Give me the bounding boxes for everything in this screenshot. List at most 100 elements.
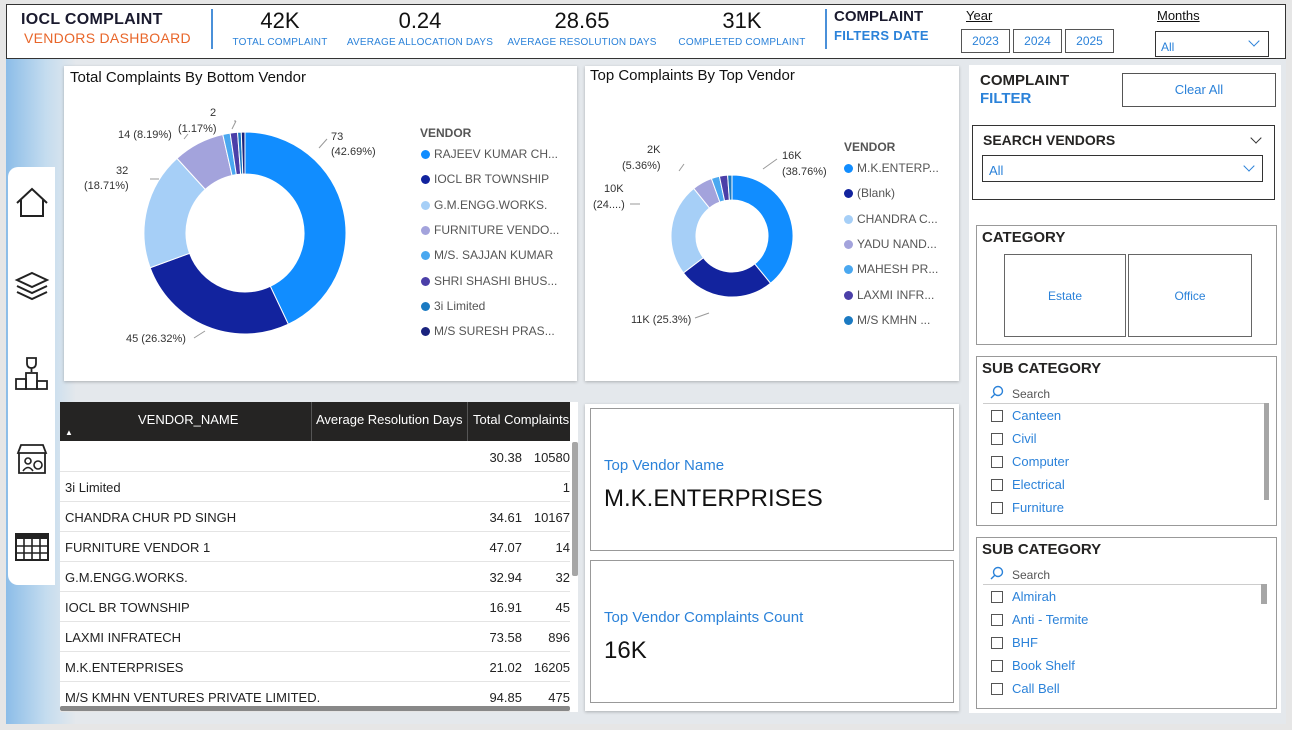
year-2023-button[interactable]: 2023 (961, 29, 1010, 53)
checkbox[interactable] (991, 410, 1003, 422)
legend-swatch (421, 175, 430, 185)
vertical-scrollbar[interactable] (1264, 403, 1269, 500)
legend-swatch (421, 225, 430, 235)
checkbox-label[interactable]: BHF (1012, 635, 1038, 650)
vendor-dropdown[interactable]: All (982, 155, 1263, 182)
checkbox-label[interactable]: Almirah (1012, 589, 1056, 604)
legend-item[interactable]: M.K.ENTERP... (844, 161, 939, 175)
home-icon[interactable] (14, 185, 50, 221)
year-2025-button[interactable]: 2025 (1065, 29, 1114, 53)
checkbox-label[interactable]: Call Bell (1012, 681, 1060, 696)
checkbox[interactable] (991, 502, 1003, 514)
table-row[interactable]: CHANDRA CHUR PD SINGH 34.61 10167 (60, 502, 570, 532)
legend-label: FURNITURE VENDO... (434, 222, 560, 237)
search-vendors-slicer: SEARCH VENDORS All (972, 125, 1275, 200)
data-label: (38.76%) (782, 166, 827, 178)
checkbox[interactable] (991, 660, 1003, 672)
legend-swatch (844, 164, 853, 173)
legend-item[interactable]: M/S SURESH PRAS... (421, 324, 555, 338)
checkbox-label[interactable]: Book Shelf (1012, 658, 1075, 673)
table-icon[interactable] (14, 529, 50, 565)
sort-ascending-icon[interactable]: ▲ (65, 428, 73, 437)
kpi-label: AVERAGE ALLOCATION DAYS (346, 37, 494, 48)
checkbox[interactable] (991, 479, 1003, 491)
category-estate-tile[interactable]: Estate (1004, 254, 1126, 337)
legend-item[interactable]: YADU NAND... (844, 237, 937, 251)
legend-item[interactable]: FURNITURE VENDO... (421, 223, 559, 237)
legend-item[interactable]: 3i Limited (421, 299, 485, 313)
checkbox[interactable] (991, 637, 1003, 649)
table-row[interactable]: IOCL BR TOWNSHIP 16.91 45 (60, 592, 570, 622)
search-icon (990, 385, 1004, 399)
legend-item[interactable]: SHRI SHASHI BHUS... (421, 274, 557, 288)
table-row[interactable]: 30.38 10580 (60, 442, 570, 472)
kpi-value: 0.24 (398, 8, 442, 33)
table-cell: 16205 (533, 660, 570, 675)
checkbox-label[interactable]: Civil (1012, 431, 1037, 446)
legend-item[interactable]: (Blank) (844, 186, 895, 200)
table-cell: 32 (555, 570, 570, 585)
legend-item[interactable]: RAJEEV KUMAR CH... (421, 147, 558, 161)
legend-item[interactable]: IOCL BR TOWNSHIP (421, 172, 549, 186)
year-2024-button[interactable]: 2024 (1013, 29, 1062, 53)
trophy-icon[interactable] (14, 355, 50, 391)
table-row[interactable]: M.K.ENTERPRISES 21.02 16205 (60, 652, 570, 682)
top-vendor-name-card: Top Vendor Name M.K.ENTERPRISES (590, 408, 954, 551)
data-label: 10K (604, 183, 624, 195)
sub-category-slicer-2: SUB CATEGORY Search Almirah Anti - Termit… (976, 537, 1277, 709)
checkbox[interactable] (991, 683, 1003, 695)
vertical-scrollbar[interactable] (1261, 584, 1267, 604)
checkbox[interactable] (991, 433, 1003, 445)
filters-subtitle: FILTERS DATE (834, 28, 929, 43)
table-row[interactable]: G.M.ENGG.WORKS. 32.94 32 (60, 562, 570, 592)
legend-item[interactable]: MAHESH PR... (844, 262, 938, 276)
layers-icon[interactable] (14, 269, 50, 305)
col-avg-resolution[interactable]: Average Resolution Days (316, 412, 462, 427)
checkbox[interactable] (991, 591, 1003, 603)
card-value: M.K.ENTERPRISES (604, 485, 823, 512)
header-bar: IOCL COMPLAINT VENDORS DASHBOARD 42K TOT… (6, 4, 1286, 59)
legend-label: M.K.ENTERP... (857, 161, 939, 175)
legend-swatch (421, 327, 430, 337)
dashboard-subtitle: VENDORS DASHBOARD (24, 30, 191, 46)
vertical-scrollbar[interactable] (572, 442, 578, 576)
top-vendor-count-card: Top Vendor Complaints Count 16K (590, 560, 954, 703)
sub-category-search-input[interactable]: Search (1012, 387, 1050, 401)
col-total-complaints[interactable]: Total Complaints (473, 412, 569, 427)
donut-slice[interactable] (149, 252, 290, 335)
clear-all-button[interactable]: Clear All (1122, 73, 1276, 107)
checkbox-label[interactable]: Anti - Termite (1012, 612, 1088, 627)
legend-swatch (421, 251, 430, 261)
table-row[interactable]: LAXMI INFRATECH 73.58 896 (60, 622, 570, 652)
table-cell: 14 (555, 540, 570, 555)
checkbox-label[interactable]: Canteen (1012, 408, 1061, 423)
checkbox[interactable] (991, 614, 1003, 626)
legend-item[interactable]: G.M.ENGG.WORKS. (421, 198, 547, 212)
table-row[interactable]: 3i Limited 1 (60, 472, 570, 502)
col-vendor-name[interactable]: VENDOR_NAME (138, 412, 238, 427)
category-office-tile[interactable]: Office (1128, 254, 1252, 337)
checkbox-label[interactable]: Computer (1012, 454, 1069, 469)
column-divider (467, 402, 468, 441)
sub-category-search-input[interactable]: Search (1012, 568, 1050, 582)
checkbox-label[interactable]: Furniture (1012, 500, 1064, 515)
checkbox[interactable] (991, 456, 1003, 468)
legend-item[interactable]: M/S. SAJJAN KUMAR (421, 248, 553, 262)
store-icon[interactable] (14, 441, 50, 477)
donut-slice[interactable] (731, 174, 794, 285)
checkbox-label[interactable]: Electrical (1012, 477, 1065, 492)
filters-title: COMPLAINT (834, 8, 924, 25)
horizontal-scrollbar[interactable] (60, 706, 570, 711)
table-cell: 10580 (533, 450, 570, 465)
table-cell: G.M.ENGG.WORKS. (65, 570, 188, 585)
table-row[interactable]: FURNITURE VENDOR 1 47.07 14 (60, 532, 570, 562)
vendor-table: VENDOR_NAME Average Resolution Days Tota… (60, 402, 578, 712)
legend-item[interactable]: CHANDRA C... (844, 212, 938, 226)
leader-line (193, 330, 206, 339)
data-label: 2K (647, 144, 661, 156)
legend-item[interactable]: M/S KMHN ... (844, 313, 930, 327)
chevron-down-icon[interactable] (1250, 132, 1262, 144)
leader-line (678, 163, 685, 172)
months-dropdown[interactable]: All (1155, 31, 1269, 57)
legend-item[interactable]: LAXMI INFR... (844, 288, 934, 302)
